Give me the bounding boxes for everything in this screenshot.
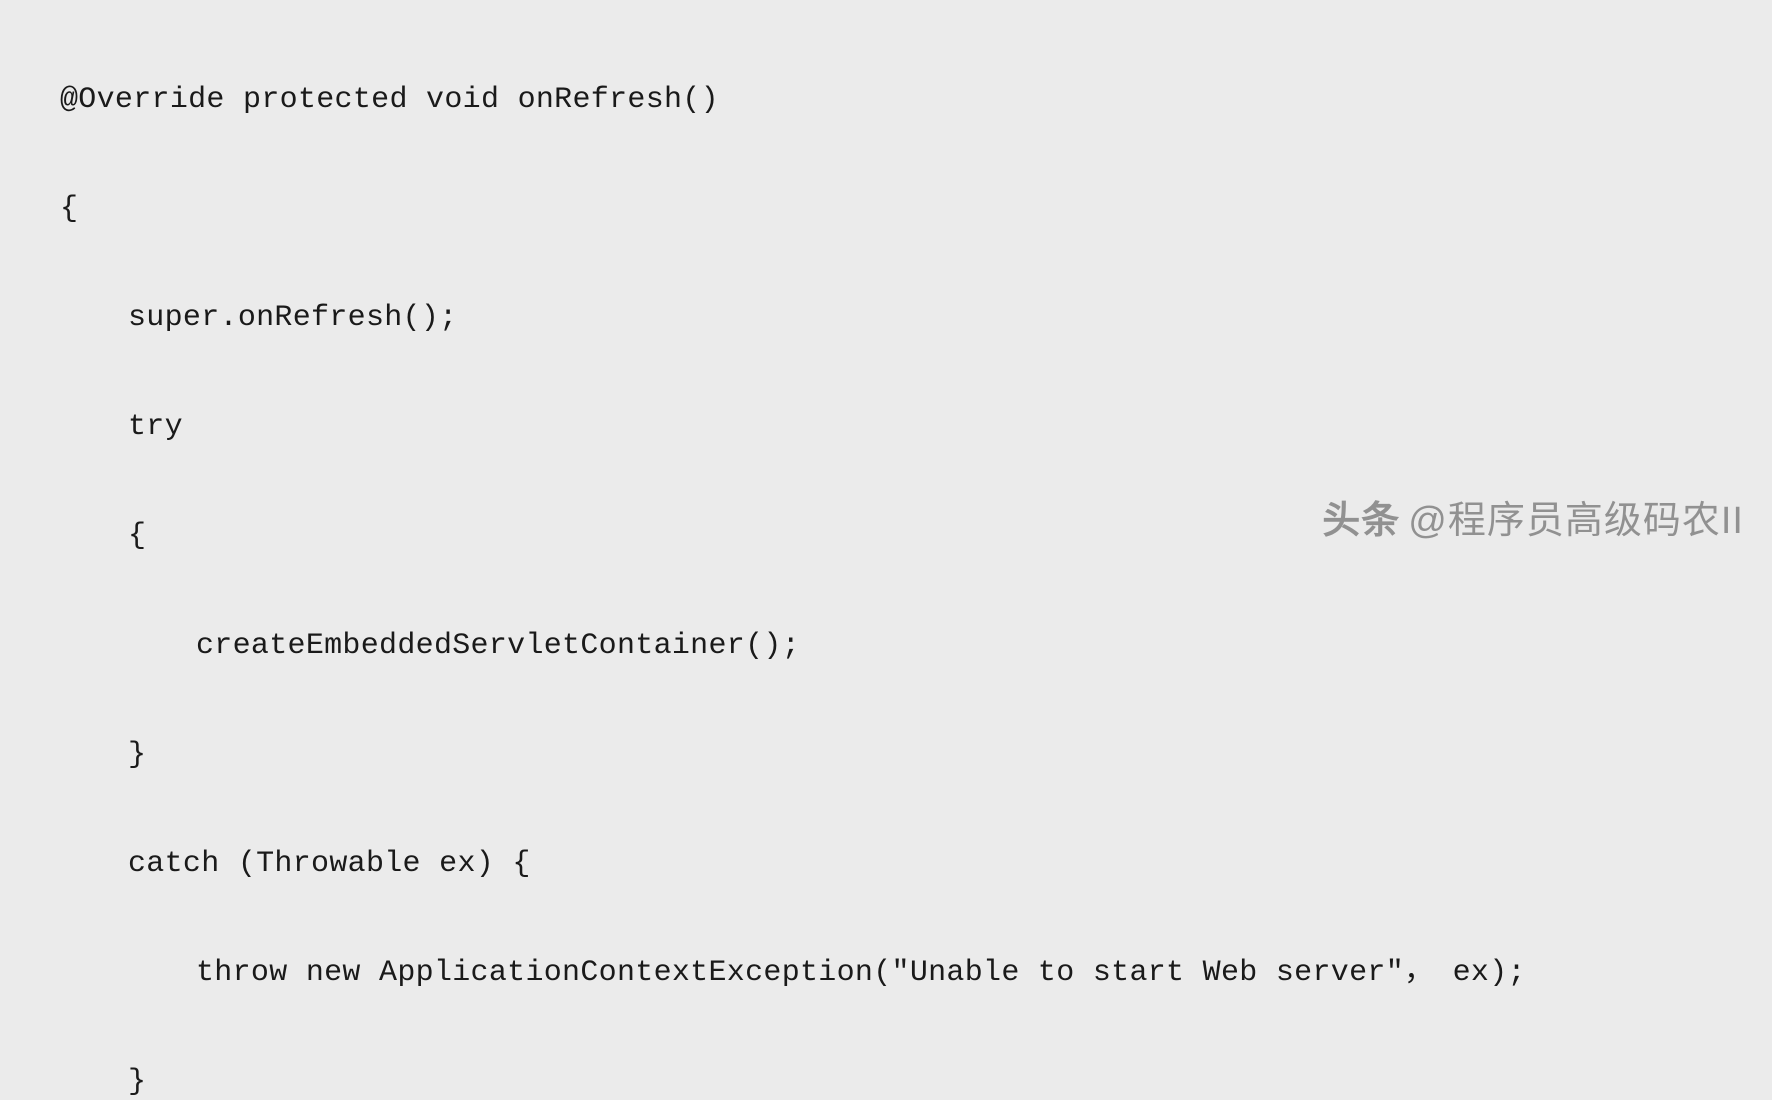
watermark: 头条 @程序员高级码农II xyxy=(1322,489,1744,544)
code-line: super.onRefresh(); xyxy=(60,291,1772,346)
code-line: { xyxy=(60,182,1772,237)
code-line: catch (Throwable ex) { xyxy=(60,837,1772,892)
code-block: @Override protected void onRefresh() { s… xyxy=(0,0,1772,1100)
code-line: createEmbeddedServletContainer(); xyxy=(60,619,1772,674)
code-line: try xyxy=(60,400,1772,455)
watermark-logo: 头条 xyxy=(1322,489,1400,544)
code-line: } xyxy=(60,1055,1772,1100)
watermark-text: @程序员高级码农II xyxy=(1408,489,1744,544)
code-line: @Override protected void onRefresh() xyxy=(60,73,1772,128)
code-line: throw new ApplicationContextException("U… xyxy=(60,946,1772,1001)
code-line: } xyxy=(60,728,1772,783)
